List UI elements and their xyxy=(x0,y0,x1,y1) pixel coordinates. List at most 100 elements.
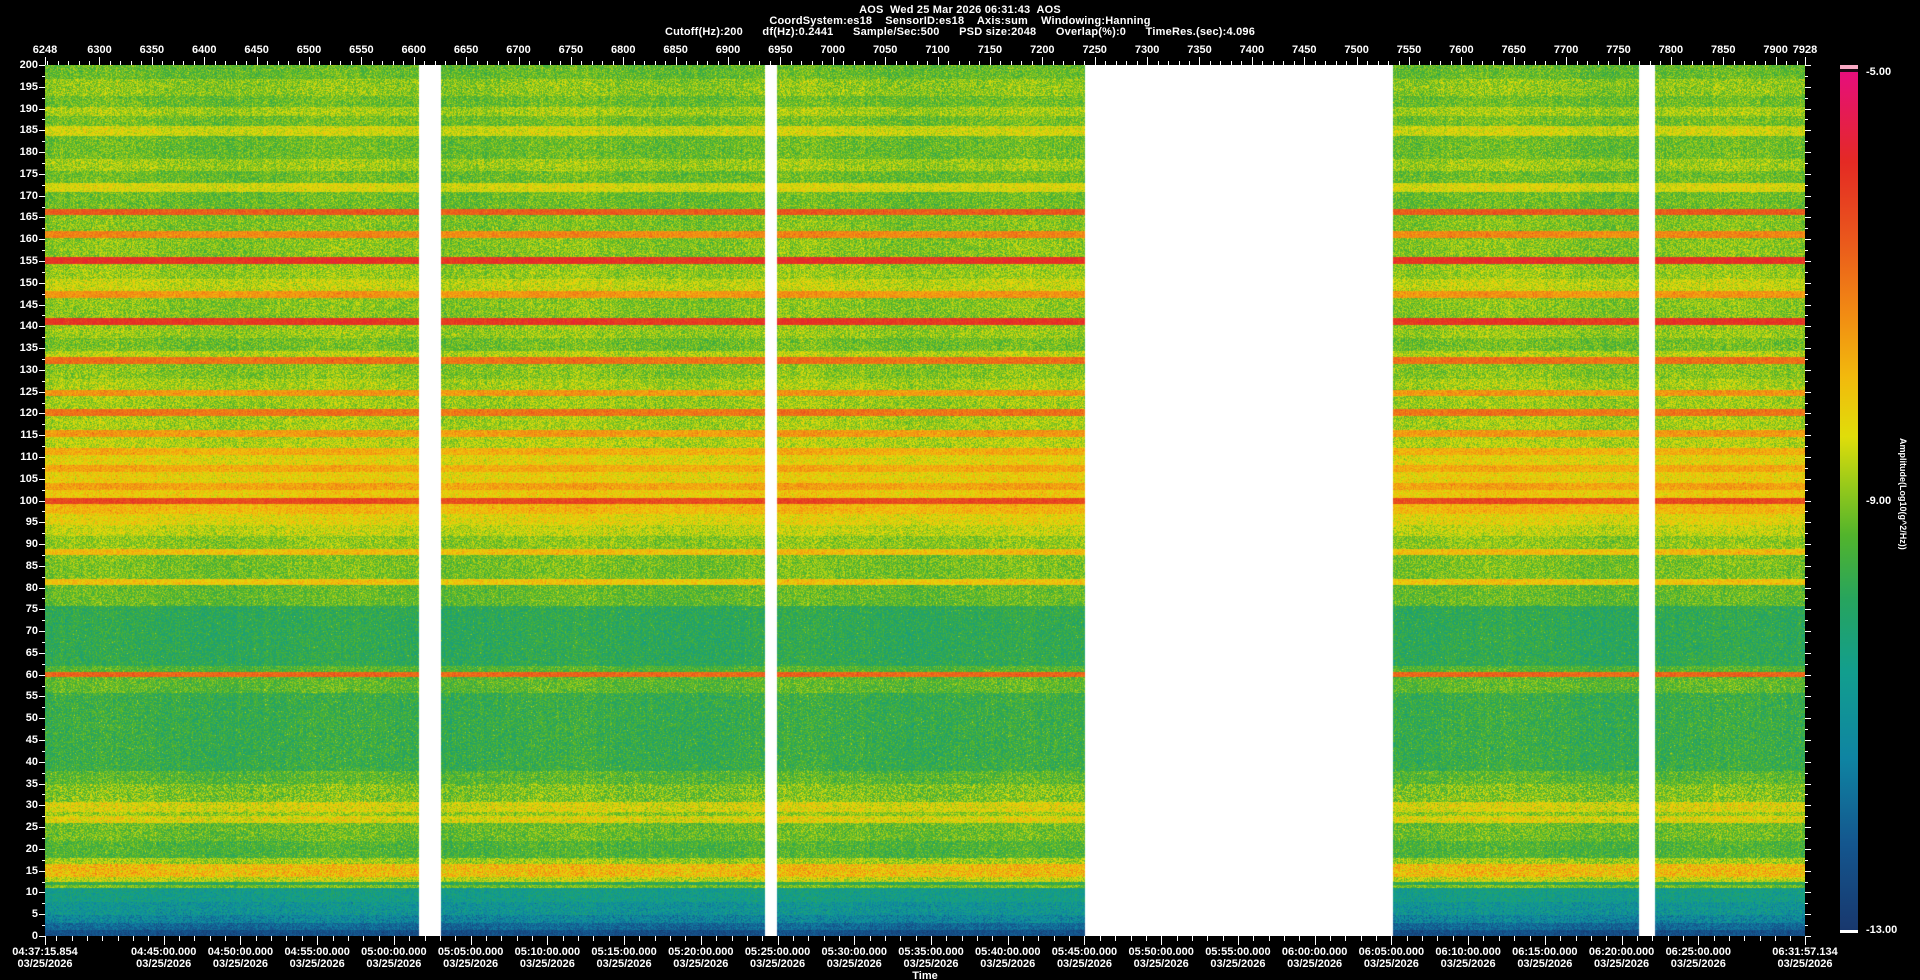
time-minor-tick xyxy=(1084,936,1085,941)
time-minor-tick xyxy=(1177,936,1178,941)
time-minor-tick xyxy=(1468,936,1469,941)
frequency-major-tick-right xyxy=(1805,631,1811,632)
record-major-tick xyxy=(45,57,46,65)
frequency-tick-label: 140 xyxy=(4,320,38,332)
record-tick-label: 6650 xyxy=(436,44,496,56)
frequency-minor-tick-right xyxy=(1805,141,1808,142)
time-minor-tick xyxy=(1407,936,1408,941)
aos-spectrogram-window: AOS Wed 25 Mar 2026 06:31:43 AOS CoordSy… xyxy=(0,0,1920,980)
frequency-minor-tick-right xyxy=(1805,446,1808,447)
frequency-major-tick-right xyxy=(1805,588,1811,589)
time-minor-tick xyxy=(547,936,548,941)
time-tick-label: 06:31:57.134 xyxy=(1755,946,1855,958)
time-minor-tick xyxy=(471,936,472,941)
time-minor-tick xyxy=(793,936,794,941)
time-minor-tick xyxy=(977,936,978,941)
record-tick-label: 6450 xyxy=(227,44,287,56)
frequency-tick-label: 195 xyxy=(4,81,38,93)
time-minor-tick xyxy=(1422,936,1423,941)
frequency-major-tick-right xyxy=(1805,174,1811,175)
time-minor-tick xyxy=(670,936,671,941)
time-minor-tick xyxy=(72,936,73,941)
frequency-major-tick-right xyxy=(1805,544,1811,545)
time-minor-tick xyxy=(732,936,733,941)
frequency-minor-tick-right xyxy=(1805,642,1808,643)
time-tick-label: 06:25:00.000 xyxy=(1648,946,1748,958)
frequency-minor-tick-right xyxy=(1805,185,1808,186)
frequency-minor-tick-right xyxy=(1805,511,1808,512)
time-minor-tick xyxy=(455,936,456,941)
record-tick-label: 6500 xyxy=(279,44,339,56)
time-minor-tick xyxy=(1683,936,1684,941)
frequency-minor-tick-right xyxy=(1805,76,1808,77)
frequency-major-tick-right xyxy=(1805,892,1811,893)
frequency-tick-label: 85 xyxy=(4,560,38,572)
frequency-tick-label: 145 xyxy=(4,299,38,311)
time-minor-tick xyxy=(1591,936,1592,941)
record-tick-label: 7800 xyxy=(1641,44,1701,56)
frequency-minor-tick-right xyxy=(1805,424,1808,425)
frequency-tick-label: 10 xyxy=(4,886,38,898)
time-minor-tick xyxy=(1514,936,1515,941)
frequency-minor-tick-right xyxy=(1805,555,1808,556)
record-tick-label: 7750 xyxy=(1589,44,1649,56)
time-minor-tick xyxy=(1622,936,1623,941)
time-minor-tick xyxy=(1530,936,1531,941)
time-minor-tick xyxy=(409,936,410,941)
record-tick-label: 6950 xyxy=(750,44,810,56)
frequency-tick-label: 80 xyxy=(4,582,38,594)
time-minor-tick xyxy=(317,936,318,941)
time-minor-tick xyxy=(1100,936,1101,941)
record-tick-label: 7050 xyxy=(855,44,915,56)
frequency-minor-tick-right xyxy=(1805,664,1808,665)
record-tick-label: 6800 xyxy=(593,44,653,56)
time-minor-tick xyxy=(1545,936,1546,941)
time-minor-tick xyxy=(563,936,564,941)
time-minor-tick xyxy=(1146,936,1147,941)
frequency-tick-label: 60 xyxy=(4,669,38,681)
time-minor-tick xyxy=(271,936,272,941)
time-minor-tick xyxy=(1376,936,1377,941)
time-minor-tick xyxy=(639,936,640,941)
record-tick-label: 6248 xyxy=(15,44,75,56)
frequency-major-tick-right xyxy=(1805,348,1811,349)
time-minor-tick xyxy=(333,936,334,941)
time-minor-tick xyxy=(1115,936,1116,941)
date-tick-label: 03/25/2026 xyxy=(1755,958,1855,970)
frequency-major-tick-right xyxy=(1805,696,1811,697)
frequency-minor-tick-right xyxy=(1805,598,1808,599)
time-minor-tick xyxy=(148,936,149,941)
time-minor-tick xyxy=(1223,936,1224,941)
frequency-tick-label: 40 xyxy=(4,756,38,768)
time-minor-tick xyxy=(425,936,426,941)
frequency-tick-label: 95 xyxy=(4,516,38,528)
record-tick-label: 6700 xyxy=(489,44,549,56)
spectrogram-canvas[interactable] xyxy=(45,65,1805,936)
time-minor-tick xyxy=(1453,936,1454,941)
frequency-tick-label: 190 xyxy=(4,103,38,115)
frequency-tick-label: 135 xyxy=(4,342,38,354)
frequency-minor-tick-right xyxy=(1805,686,1808,687)
time-minor-tick xyxy=(701,936,702,941)
spectrogram-plot-area[interactable] xyxy=(45,65,1805,936)
frequency-minor-tick-right xyxy=(1805,490,1808,491)
time-minor-tick xyxy=(593,936,594,941)
frequency-major-tick-right xyxy=(1805,87,1811,88)
time-minor-tick xyxy=(992,936,993,941)
time-minor-tick xyxy=(946,936,947,941)
frequency-major-tick-right xyxy=(1805,914,1811,915)
frequency-minor-tick-right xyxy=(1805,381,1808,382)
time-minor-tick xyxy=(486,936,487,941)
frequency-minor-tick-right xyxy=(1805,98,1808,99)
record-tick-label: 7350 xyxy=(1169,44,1229,56)
time-minor-tick xyxy=(1668,936,1669,941)
time-minor-tick xyxy=(885,936,886,941)
frequency-major-tick-right xyxy=(1805,849,1811,850)
frequency-major-tick-right xyxy=(1805,501,1811,502)
time-tick-label: 04:37:15.854 xyxy=(0,946,95,958)
frequency-tick-label: 200 xyxy=(4,59,38,71)
time-major-tick xyxy=(45,936,46,945)
time-minor-tick xyxy=(578,936,579,941)
time-minor-tick xyxy=(1253,936,1254,941)
date-tick-label: 03/25/2026 xyxy=(0,958,95,970)
